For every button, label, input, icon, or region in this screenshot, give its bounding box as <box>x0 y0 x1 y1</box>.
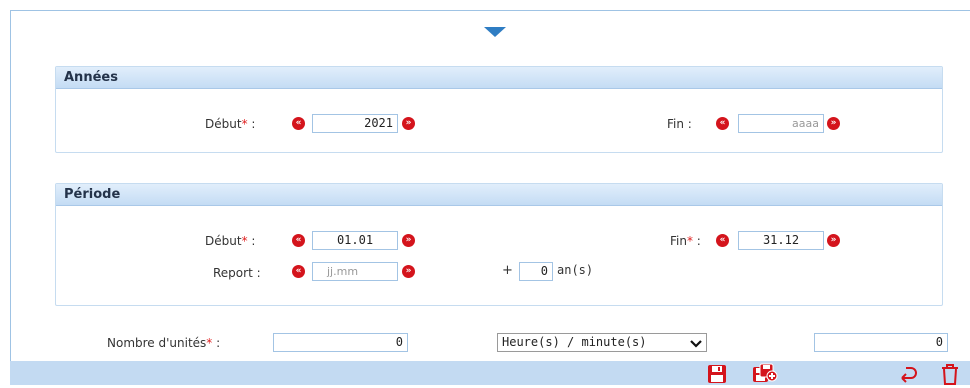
period-years-offset-input[interactable]: 0 <box>519 262 553 281</box>
period-start-label: Début* : <box>205 234 256 248</box>
units-label: Nombre d'unités* : <box>107 336 221 350</box>
unit-type-select[interactable]: Heure(s) / minute(s) <box>497 333 707 352</box>
years-end-prev-icon[interactable]: « <box>716 117 729 130</box>
period-report-prev-icon[interactable]: « <box>292 265 305 278</box>
units-input[interactable]: 0 <box>273 333 408 352</box>
years-start-prev-icon[interactable]: « <box>292 117 305 130</box>
unit-type-select-value: Heure(s) / minute(s) <box>502 335 647 349</box>
period-start-input[interactable]: 01.01 <box>312 231 398 250</box>
undo-icon[interactable] <box>898 364 920 387</box>
period-end-label: Fin* : <box>670 234 701 248</box>
save-icon[interactable] <box>707 364 727 387</box>
years-end-input[interactable]: aaaa <box>738 114 824 133</box>
trash-icon[interactable] <box>940 363 960 388</box>
years-end-next-icon[interactable]: » <box>827 117 840 130</box>
period-report-input[interactable]: jj.mm <box>312 262 398 281</box>
period-start-prev-icon[interactable]: « <box>292 234 305 247</box>
years-start-input[interactable]: 2021 <box>312 114 398 133</box>
footer-toolbar <box>10 361 970 385</box>
period-start-next-icon[interactable]: » <box>402 234 415 247</box>
save-add-icon[interactable] <box>752 363 778 388</box>
years-section: Années <box>55 66 943 153</box>
years-end-label: Fin : <box>667 117 692 131</box>
period-plus-label: + <box>502 263 513 278</box>
period-years-unit-label: an(s) <box>557 263 594 277</box>
years-section-header: Années <box>56 67 942 89</box>
period-section-header: Période <box>56 184 942 206</box>
period-report-next-icon[interactable]: » <box>402 265 415 278</box>
period-end-next-icon[interactable]: » <box>827 234 840 247</box>
chevron-down-icon <box>690 337 702 354</box>
period-end-input[interactable]: 31.12 <box>738 231 824 250</box>
collapse-toggle-icon[interactable] <box>484 27 506 37</box>
period-end-prev-icon[interactable]: « <box>716 234 729 247</box>
years-start-next-icon[interactable]: » <box>402 117 415 130</box>
period-report-label: Report : <box>213 266 261 280</box>
minutes-input[interactable]: 0 <box>814 333 948 352</box>
years-start-label: Début* : <box>205 117 256 131</box>
